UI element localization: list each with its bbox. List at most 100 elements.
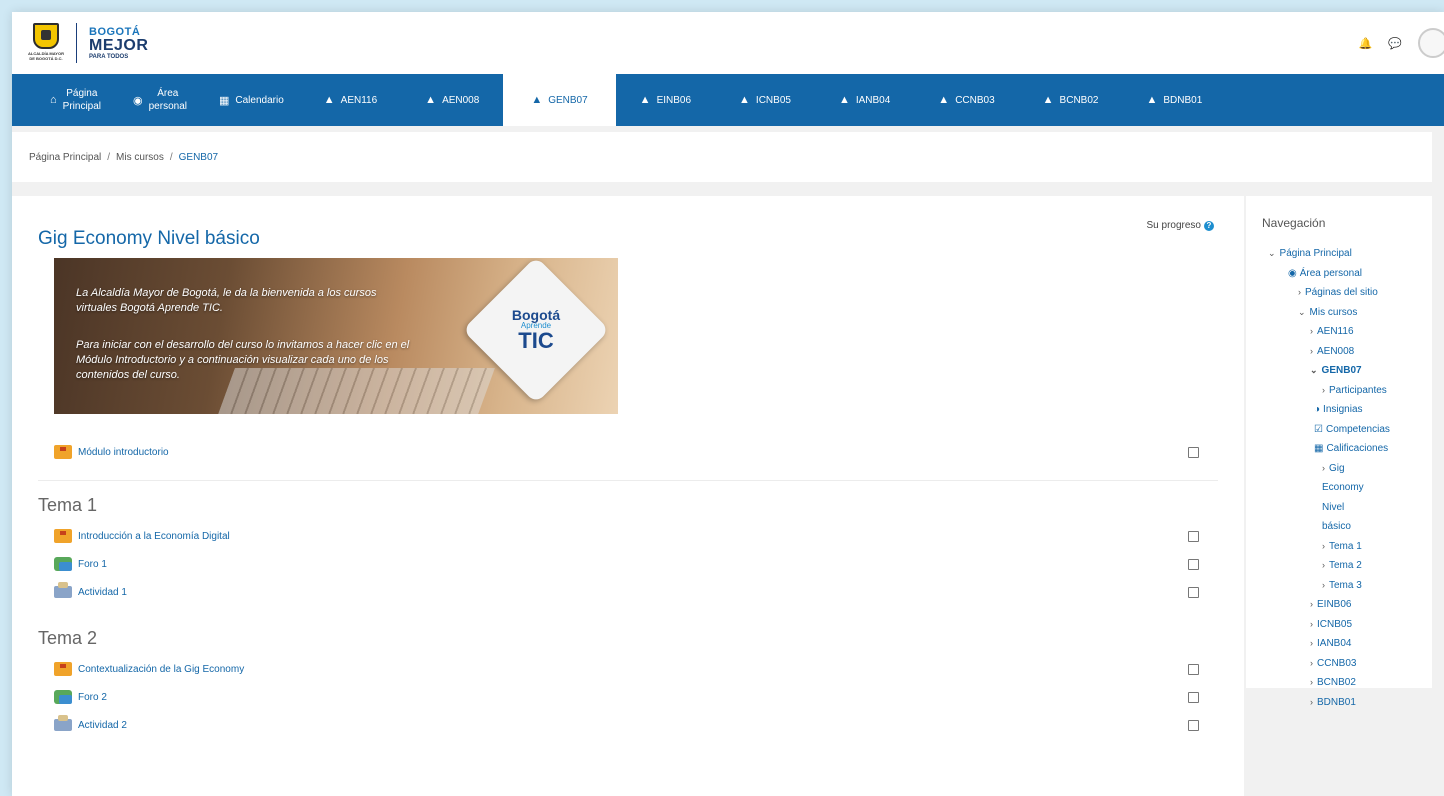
nav-tree-item[interactable]: ⌄ Mis cursos [1262,303,1432,323]
completion-checkbox[interactable] [1188,691,1199,703]
nav-course-icnb05[interactable]: ▲ ICNB05 [715,74,815,126]
nav-course-ianb04[interactable]: ▲ IANB04 [815,74,914,126]
nav-tree-label[interactable]: ICNB05 [1317,619,1352,630]
shield-icon: ◑ [1314,404,1321,415]
nav-tree-item[interactable]: › Tema 2 [1262,556,1432,576]
nav-tree-label[interactable]: BCNB02 [1317,677,1356,688]
chat-bubble-icon[interactable]: 💬 [1388,37,1402,50]
site-header: ALCALDÍA MAYOR DE BOGOTÁ D.C. BOGOTÁ MEJ… [12,12,1444,74]
breadcrumb-current[interactable]: GENB07 [179,152,218,163]
nav-tree-label[interactable]: Participantes [1329,385,1387,396]
activity-item[interactable]: Actividad 1 [38,578,1218,606]
section-title-tema-1: Tema 1 [38,495,98,515]
nav-home[interactable]: ⌂ Página Principal [34,74,117,126]
nav-tree-label[interactable]: Tema 3 [1329,580,1362,591]
nav-tree-item[interactable]: ◑ Insignias [1262,400,1432,420]
nav-dashboard[interactable]: ◉ Área personal [117,74,203,126]
activity-item[interactable]: Actividad 2 [38,711,1218,739]
nav-course-aen008[interactable]: ▲ AEN008 [401,74,503,126]
nav-course-bdnb01[interactable]: ▲ BDNB01 [1122,74,1226,126]
nav-tree-label[interactable]: Página Principal [1280,248,1352,259]
nav-tree-item[interactable]: › ICNB05 [1262,615,1432,635]
activity-item[interactable]: Introducción a la Economía Digital [38,522,1218,550]
activity-intro-module[interactable]: Módulo introductorio [38,438,1218,466]
nav-tree-item[interactable]: › BDNB01 [1262,693,1432,713]
nav-tree-item[interactable]: ◉ Área personal [1262,264,1432,284]
nav-course-einb06[interactable]: ▲ EINB06 [616,74,715,126]
nav-tree-label[interactable]: AEN116 [1317,326,1354,337]
nav-tree-item[interactable]: › Páginas del sitio [1262,283,1432,303]
nav-tree-item[interactable]: › AEN008 [1262,342,1432,362]
graduation-cap-icon: ▲ [1146,94,1158,106]
nav-tree-label[interactable]: Páginas del sitio [1305,287,1378,298]
nav-tree-label[interactable]: BDNB01 [1317,697,1356,708]
banner-welcome-text: La Alcaldía Mayor de Bogotá, le da la bi… [76,287,377,314]
nav-tree-label[interactable]: Gig Economy Nivel básico [1322,463,1364,533]
completion-checkbox[interactable] [1188,558,1199,570]
assignment-icon [54,715,72,731]
nav-tree-label[interactable]: Tema 2 [1329,560,1362,571]
nav-calendar[interactable]: ▦ Calendario [203,74,300,126]
navigation-title: Navegación [1262,216,1326,230]
nav-course-bcnb02[interactable]: ▲ BCNB02 [1019,74,1123,126]
nav-tree-label[interactable]: IANB04 [1317,638,1351,649]
nav-tree-label[interactable]: GENB07 [1322,365,1362,376]
activity-item[interactable]: Foro 1 [38,550,1218,578]
nav-tree-label[interactable]: EINB06 [1317,599,1351,610]
nav-tree-label[interactable]: Mis cursos [1310,307,1358,318]
breadcrumb-home[interactable]: Página Principal [29,152,101,163]
activity-label[interactable]: Introducción a la Economía Digital [78,531,230,542]
nav-tree-item[interactable]: › CCNB03 [1262,654,1432,674]
forum-icon [54,557,72,571]
nav-course-genb07[interactable]: ▲ GENB07 [503,74,616,126]
help-icon[interactable]: ? [1204,220,1214,231]
nav-tree-item[interactable]: › BCNB02 [1262,673,1432,693]
logo-line1: BOGOTÁ [89,25,141,38]
nav-tree-item[interactable]: › EINB06 [1262,595,1432,615]
activity-label[interactable]: Actividad 1 [78,587,127,598]
nav-tree-item[interactable]: › IANB04 [1262,634,1432,654]
nav-course-aen116[interactable]: ▲ AEN116 [300,74,401,126]
nav-tree-label[interactable]: AEN008 [1317,346,1354,357]
nav-tree-item[interactable]: ▦ Calificaciones [1262,439,1432,459]
completion-checkbox[interactable] [1188,530,1199,542]
nav-tree-item-current[interactable]: ⌄ GENB07 [1262,361,1432,381]
activity-label[interactable]: Actividad 2 [78,720,127,731]
bogota-logo[interactable]: BOGOTÁ MEJOR PARA TODOS [89,25,148,60]
nav-tree-item[interactable]: › Tema 1 [1262,537,1432,557]
section-divider [38,480,1218,481]
nav-tree-label[interactable]: CCNB03 [1317,658,1356,669]
nav-tree-label[interactable]: Competencias [1326,424,1390,435]
nav-tree-item[interactable]: › Gig Economy Nivel básico [1262,459,1372,537]
alcaldia-logo[interactable]: ALCALDÍA MAYOR DE BOGOTÁ D.C. [28,23,64,63]
nav-course-ccnb03[interactable]: ▲ CCNB03 [914,74,1018,126]
nav-tree-item[interactable]: › Participantes [1262,381,1432,401]
activity-label[interactable]: Foro 2 [78,692,107,703]
activity-item[interactable]: Contextualización de la Gig Economy [38,655,1218,683]
activity-label[interactable]: Foro 1 [78,559,107,570]
nav-tree-item[interactable]: ⌄ Página Principal [1262,244,1432,264]
bell-icon[interactable]: 🔔 [1359,37,1373,50]
nav-tree-label[interactable]: Insignias [1323,404,1362,415]
activity-label[interactable]: Contextualización de la Gig Economy [78,664,244,675]
nav-course-label: BCNB02 [1059,94,1099,106]
completion-checkbox[interactable] [1188,663,1199,675]
nav-tree-label[interactable]: Calificaciones [1326,443,1388,454]
nav-tree-item[interactable]: ☑ Competencias [1262,420,1432,440]
breadcrumb-my-courses[interactable]: Mis cursos [116,152,164,163]
nav-tree-item[interactable]: › Tema 3 [1262,576,1432,596]
nav-tree-label[interactable]: Área personal [1300,268,1362,279]
completion-checkbox[interactable] [1188,586,1199,598]
chevron-right-icon: › [1298,287,1301,297]
chevron-down-icon: ⌄ [1310,365,1318,375]
nav-tree-label[interactable]: Tema 1 [1329,541,1362,552]
graduation-cap-icon: ▲ [425,94,437,106]
activity-label[interactable]: Módulo introductorio [78,447,169,458]
activity-item[interactable]: Foro 2 [38,683,1218,711]
section-title-tema-2: Tema 2 [38,628,98,648]
seal-text: ALCALDÍA MAYOR DE BOGOTÁ D.C. [28,51,64,61]
completion-checkbox[interactable] [1188,719,1199,731]
avatar[interactable] [1418,28,1444,58]
completion-checkbox[interactable] [1188,446,1199,458]
nav-tree-item[interactable]: › AEN116 [1262,322,1432,342]
